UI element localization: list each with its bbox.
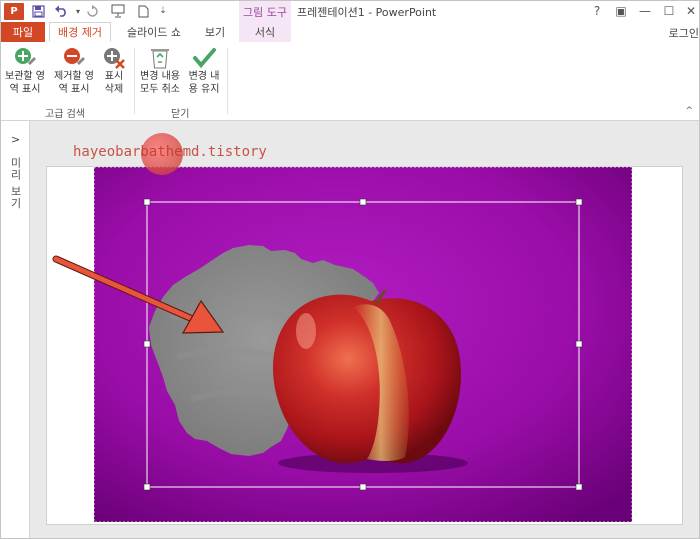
apple-shine	[296, 313, 316, 349]
background-removal-picture[interactable]	[1, 1, 699, 538]
powerpoint-window: P ▾ ⇣ 그림 도구 프레젠테이션1 - PowerPoint ? ▣ — ☐…	[0, 0, 700, 539]
watermark-text: hayeobarbathemd.tistory	[73, 144, 267, 160]
